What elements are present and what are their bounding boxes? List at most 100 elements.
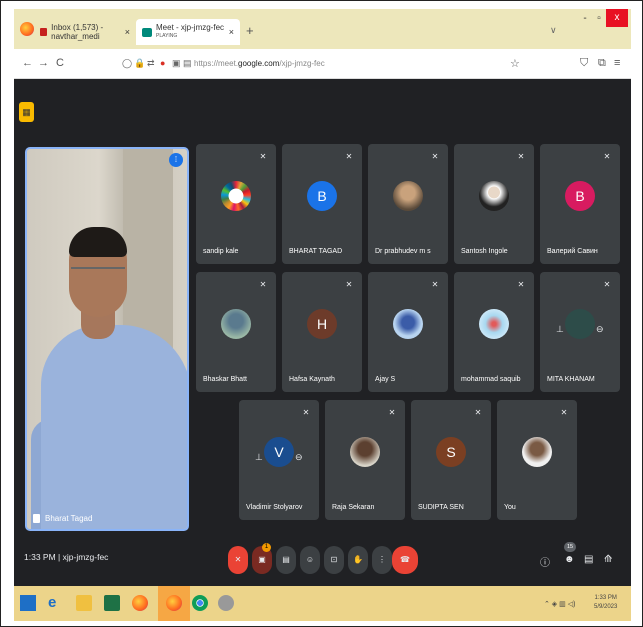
participant-tile[interactable]: ✕ ⊥ ⊖ MITA KHANAM (540, 272, 620, 392)
participant-avatar (221, 309, 251, 339)
participant-tile[interactable]: ✕ sandip kale (196, 144, 276, 264)
tab-meet-title: Meet - xjp-jmzg-fec (156, 23, 225, 32)
mic-off-icon: ✕ (388, 408, 396, 417)
participant-tile[interactable]: ✕ You (497, 400, 577, 520)
firefox-active-taskbar-icon[interactable] (166, 595, 182, 611)
system-tray-icons[interactable]: ⌃ ◈ ▥ ◁) (544, 600, 575, 608)
meet-icon (142, 27, 152, 37)
mic-off-icon: ✕ (259, 152, 267, 161)
browser-nav-bar: ← → C ◯ 🔒 ⇄ ● ▣ ▤ https://meet.google.co… (14, 49, 631, 79)
activity-panel-button[interactable]: ▦ (19, 102, 34, 122)
reload-icon[interactable]: C (56, 57, 64, 69)
participant-avatar (479, 309, 509, 339)
app-icon[interactable] (218, 595, 234, 611)
meeting-time: 1:33 PM (24, 552, 56, 562)
present-button[interactable]: ⊡ (324, 546, 344, 574)
mic-off-icon: ✕ (603, 152, 611, 161)
back-icon[interactable]: ← (22, 57, 33, 69)
mic-toggle-button[interactable]: ✕ (228, 546, 248, 574)
participant-tile[interactable]: ✕ Ajay S (368, 272, 448, 392)
mic-off-icon: ✕ (517, 280, 525, 289)
close-window-button[interactable]: x (606, 9, 628, 27)
remove-participant-icon[interactable]: ⊖ (596, 324, 606, 336)
participant-avatar (393, 309, 423, 339)
participant-name: Ajay S (375, 376, 396, 383)
participant-name: BHARAT TAGAD (289, 248, 343, 255)
participant-name: SUDIPTA SEN (418, 504, 464, 511)
participant-avatar: B (565, 181, 595, 211)
menu-icon[interactable]: ≡ (614, 57, 620, 69)
remove-participant-icon[interactable]: ⊖ (295, 452, 305, 464)
mic-off-icon: ✕ (302, 408, 310, 417)
start-button-icon[interactable] (20, 595, 36, 611)
permissions-icon[interactable]: ⇄ (147, 58, 155, 69)
more-options-button[interactable]: ⋮ (372, 546, 392, 574)
participant-tile[interactable]: ✕ Santosh Ingole (454, 144, 534, 264)
participant-avatar (479, 181, 509, 211)
new-tab-button[interactable]: + (246, 23, 254, 38)
meeting-separator: | (58, 552, 61, 562)
desktop-screen: Inbox (1,573) - navthar_medi × Meet - xj… (14, 9, 631, 621)
bookmark-star-icon[interactable]: ☆ (510, 57, 520, 70)
participant-tile[interactable]: ✕ B BHARAT TAGAD (282, 144, 362, 264)
file-explorer-icon[interactable] (76, 595, 92, 611)
participant-count-badge: 15 (564, 542, 576, 552)
system-clock[interactable]: 1:33 PM 5/9/2023 (594, 594, 617, 612)
browser-tab-bar: Inbox (1,573) - navthar_medi × Meet - xj… (14, 9, 631, 49)
participant-name: MITA KHANAM (547, 376, 595, 383)
participant-name: Santosh Ingole (461, 248, 508, 255)
captions-button[interactable]: ▤ (276, 546, 296, 574)
reader-icon[interactable]: ▤ (183, 58, 192, 69)
mic-off-icon: ✕ (345, 152, 353, 161)
forward-icon[interactable]: → (38, 57, 49, 69)
tab-close-icon[interactable]: × (125, 27, 130, 37)
mic-off-icon: ✕ (517, 152, 525, 161)
list-tabs-icon[interactable]: ∨ (550, 25, 557, 36)
tracking-shield-icon[interactable]: ◯ (122, 58, 132, 69)
participant-tile[interactable]: ✕ H Hafsa Kaynath (282, 272, 362, 392)
mic-off-icon: ✕ (603, 280, 611, 289)
tab-inbox-title: Inbox (1,573) - navthar_medi (51, 23, 104, 41)
participant-name: sandip kale (203, 248, 239, 255)
screenshot-frame: Inbox (1,573) - navthar_medi × Meet - xj… (0, 0, 643, 627)
tab-meet-subtitle: PLAYING (156, 33, 178, 39)
meeting-details-icon[interactable]: ⓘ (540, 554, 550, 569)
video-door (123, 149, 173, 349)
tab-meet-text: Meet - xjp-jmzg-fec PLAYING (156, 24, 224, 40)
main-speaker-video[interactable]: ⁞ Bharat Tagad (25, 147, 189, 531)
end-call-button[interactable]: ☎ (392, 546, 418, 574)
mic-permission-icon[interactable]: ● (160, 58, 165, 68)
participant-tile[interactable]: ✕ S SUDIPTA SEN (411, 400, 491, 520)
people-icon[interactable]: ☻ (564, 554, 575, 565)
camera-permission-icon[interactable]: ▣ (172, 58, 181, 69)
maximize-button[interactable]: ▫ (592, 9, 606, 24)
participant-tile[interactable]: ✕ Bhaskar Bhatt (196, 272, 276, 392)
excel-icon[interactable] (104, 595, 120, 611)
internet-explorer-icon[interactable]: e (48, 595, 64, 611)
mic-off-icon: ✕ (345, 280, 353, 289)
participant-name: Dr prabhudev m s (375, 248, 431, 255)
participant-tile[interactable]: ✕ mohammad saquib (454, 272, 534, 392)
tab-inbox[interactable]: Inbox (1,573) - navthar_medi × (40, 19, 136, 45)
pin-icon (33, 514, 40, 523)
lock-icon[interactable]: 🔒 (134, 58, 145, 69)
address-bar[interactable]: https://meet.google.com/xjp-jmzg-fec (194, 59, 325, 68)
tab-close-icon[interactable]: × (229, 27, 234, 37)
chat-icon[interactable]: ▤ (584, 554, 593, 565)
extensions-icon[interactable]: ⧉ (598, 57, 606, 70)
firefox-taskbar-icon[interactable] (132, 595, 148, 611)
raise-hand-button[interactable]: ✋ (348, 546, 368, 574)
speaker-glasses (71, 267, 125, 279)
chrome-icon[interactable] (192, 595, 208, 611)
activities-icon[interactable]: ⟰ (604, 554, 612, 565)
minimize-button[interactable]: - (578, 9, 592, 24)
emoji-button[interactable]: ☺ (300, 546, 320, 574)
participant-tile[interactable]: ✕ B Валерий Савин (540, 144, 620, 264)
tab-meet[interactable]: Meet - xjp-jmzg-fec PLAYING × (136, 19, 240, 45)
participant-avatar (350, 437, 380, 467)
url-path: /xjp-jmzg-fec (279, 59, 325, 68)
participant-tile[interactable]: ✕ Raja Sekaran (325, 400, 405, 520)
pocket-icon[interactable]: ⛉ (580, 57, 588, 70)
participant-tile[interactable]: ✕ ⊥ V ⊖ Vladimir Stolyarov (239, 400, 319, 520)
participant-tile[interactable]: ✕ Dr prabhudev m s (368, 144, 448, 264)
